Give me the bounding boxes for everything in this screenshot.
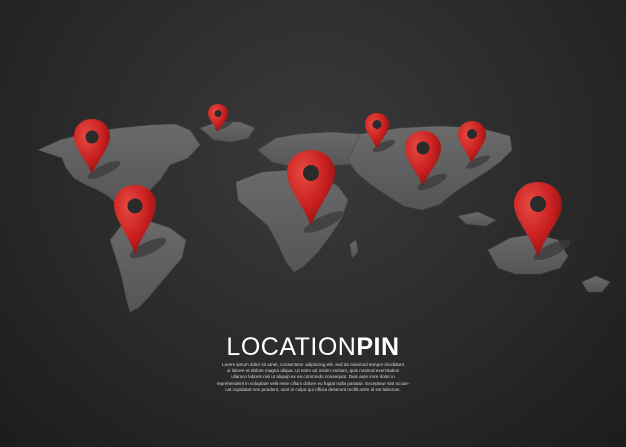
body-text: Lorem ipsum dolor sit amet, consectetur … (213, 362, 413, 393)
body-line: reprehenderit in voluptate velit esse ci… (216, 380, 410, 386)
continent-se-asia-islands (457, 211, 497, 227)
continent-south-america (109, 219, 187, 313)
headline-light: LOCATION (226, 333, 357, 361)
body-line: cat cupidatat non proident, sunt in culp… (225, 386, 401, 392)
headline: LOCATIONPIN (0, 333, 626, 361)
body-line: ullamco laboris nisi ut aliquip ex ea co… (231, 374, 395, 380)
continent-madagascar (349, 239, 359, 259)
continent-new-zealand (581, 275, 611, 293)
headline-bold: PIN (356, 333, 400, 361)
